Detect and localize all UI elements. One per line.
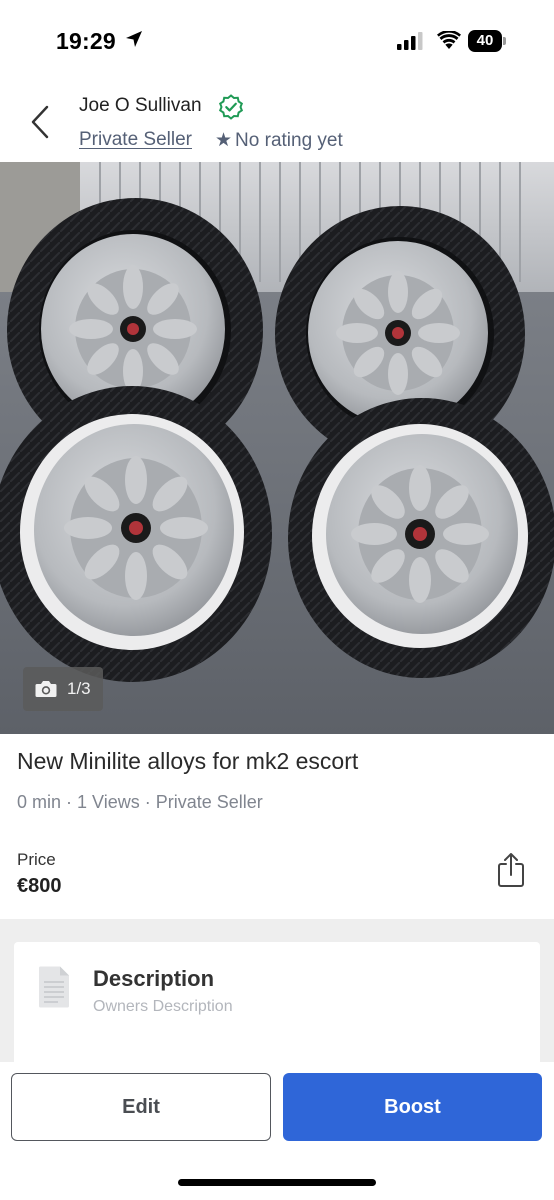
listing-meta: 0 min · 1 Views · Private Seller [17,792,263,812]
document-icon [38,966,70,1013]
description-subtitle: Owners Description [93,998,233,1015]
bottom-action-bar: Edit Boost [0,1062,554,1200]
camera-icon [35,681,57,697]
back-chevron-icon [31,105,49,139]
price-label: Price [17,850,56,869]
status-bar: 19:29 40 [0,0,554,80]
listing-info-card: New Minilite alloys for mk2 escort 0 min… [0,734,554,919]
photo-counter: 1/3 [23,667,103,711]
wifi-icon [437,30,461,55]
listing-photo[interactable]: 1/3 [0,162,554,734]
location-arrow-icon [125,27,143,54]
battery-icon: 40 [468,30,506,52]
battery-percentage: 40 [476,32,494,49]
description-card[interactable]: Description Owners Description [14,942,540,1072]
seller-rating: ★ No rating yet [215,129,343,152]
price-value: €800 [17,875,62,897]
home-indicator[interactable] [178,1179,376,1186]
seller-name[interactable]: Joe O Sullivan [79,95,202,117]
photo-counter-text: 1/3 [67,679,91,698]
boost-button[interactable]: Boost [283,1073,542,1141]
back-button[interactable] [22,102,58,142]
seller-type-link[interactable]: Private Seller [79,129,192,151]
description-title: Description [93,966,215,991]
clock-text: 19:29 [56,28,116,54]
wheel-front-right [288,398,554,678]
wheel-front-left [0,386,272,682]
status-time: 19:29 [56,28,143,55]
edit-button[interactable]: Edit [11,1073,271,1141]
star-icon: ★ [215,130,233,151]
share-button[interactable] [492,850,530,890]
rating-text: No rating yet [235,130,343,151]
alloy-wheels-image [0,162,554,734]
signal-icon [397,32,425,55]
share-icon [498,853,524,887]
listing-title: New Minilite alloys for mk2 escort [17,748,359,774]
verified-badge-icon [218,94,244,125]
seller-header: Joe O Sullivan Private Seller ★ No rating… [0,80,554,162]
